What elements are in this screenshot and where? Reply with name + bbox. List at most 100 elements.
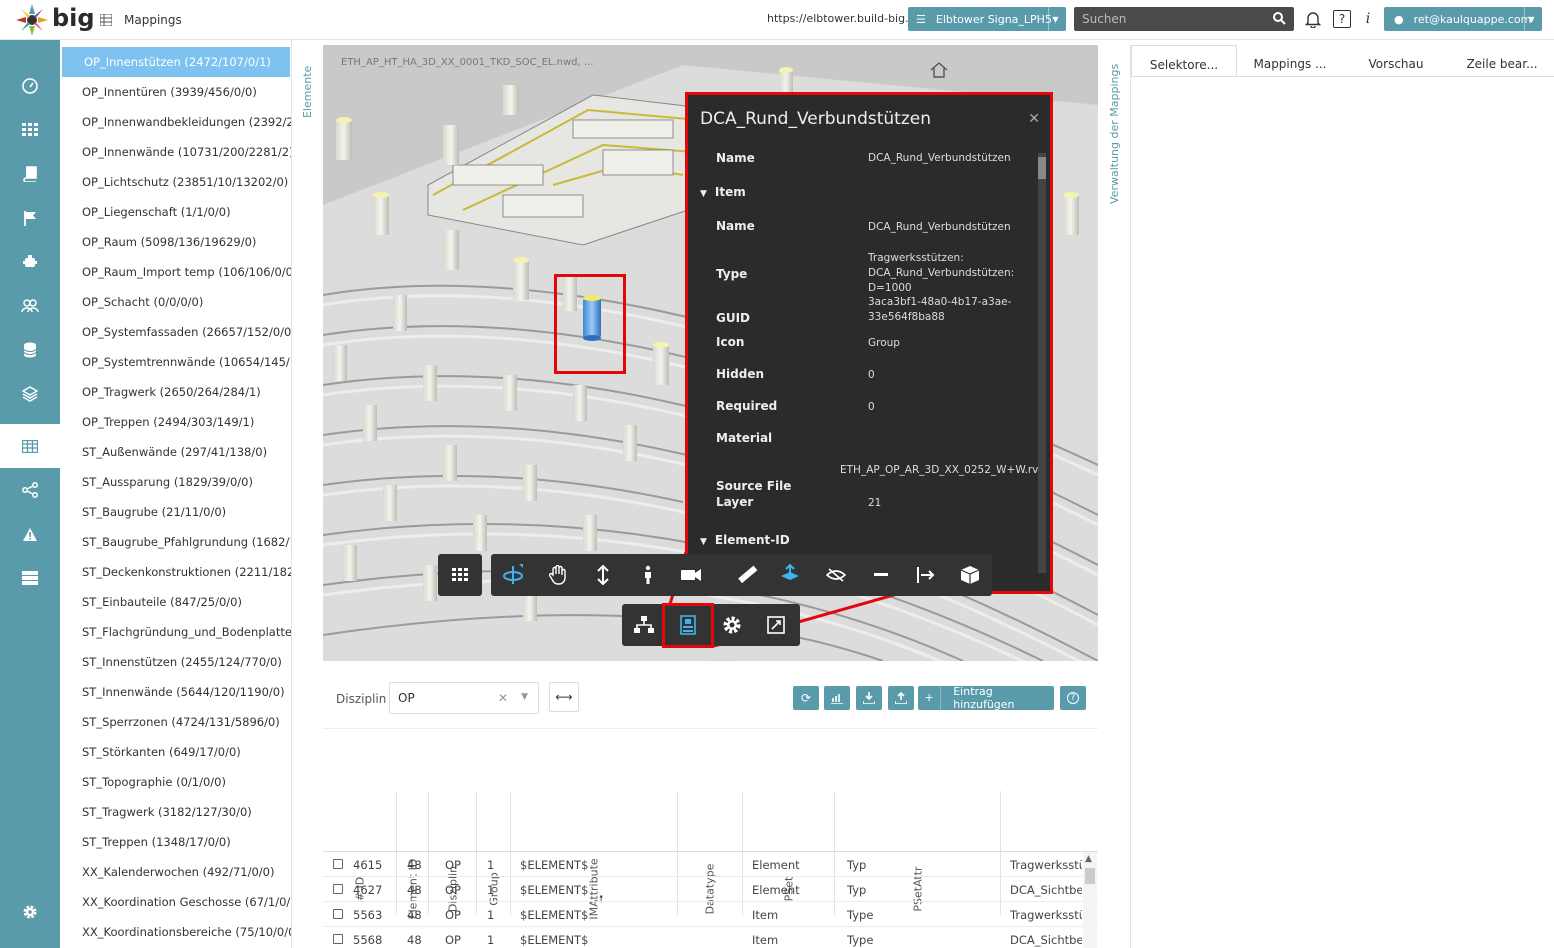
mappings-management-side-label[interactable]: Verwaltung der Mappings [1108,64,1121,204]
explode-icon[interactable] [906,555,946,595]
element-list-item[interactable]: ST_Baugrube (21/11/0/0) [60,497,291,527]
table-row[interactable]: 5568 48 OP 1 $ELEMENT$ Item Type DCA_Sichtbet [323,927,1098,948]
element-list-item[interactable]: OP_Raum_Import temp (106/106/0/0) [60,257,291,287]
element-list-item[interactable]: ST_Sperrzonen (4724/131/5896/0) [60,707,291,737]
element-list-item[interactable]: OP_Systemtrennwände (10654/145/103 [60,347,291,377]
big-logo-icon[interactable] [14,2,54,38]
project-selector[interactable]: ☰ Elbtower Signa_LPH5 ▼ [908,7,1066,31]
database-icon[interactable] [0,328,60,372]
row-checkbox[interactable] [333,859,343,869]
plugin-icon[interactable] [0,240,60,284]
walk-icon[interactable] [628,555,668,595]
element-list-item[interactable]: OP_Innenstützen (2472/107/0/1) [62,47,290,77]
search-icon[interactable] [1273,12,1286,25]
tab-selectors[interactable]: Selektore... [1131,45,1237,76]
properties-panel[interactable]: DCA_Rund_Verbundstützen ✕ Name DCA_Rund_… [685,92,1053,594]
search-input[interactable]: Suchen [1074,7,1294,31]
settings-icon[interactable] [0,890,60,934]
home-icon[interactable] [930,62,948,78]
row-checkbox[interactable] [333,884,343,894]
zoom-icon[interactable] [583,555,623,595]
refresh-button[interactable]: ⟳ [793,686,819,710]
chevron-down-icon[interactable]: ▼ [521,692,528,702]
project-url[interactable]: https://elbtower.build-big.ch [767,12,922,25]
element-id-section[interactable]: ▼ Element-ID [700,533,790,547]
element-list-item[interactable]: ST_Baugrube_Pfahlgrundung (1682/11/( [60,527,291,557]
upload-button[interactable] [888,686,914,710]
table-scrollbar[interactable]: ▲ [1083,852,1097,948]
layers-icon[interactable] [0,372,60,416]
tab-edit-row[interactable]: Zeile bear... [1449,45,1554,76]
element-list-item[interactable]: OP_Lichtschutz (23851/10/13202/0) [60,167,291,197]
element-list-item[interactable]: ST_Aussparung (1829/39/0/0) [60,467,291,497]
table-row[interactable]: 4627 48 OP 1 $ELEMENT$ Element Typ DCA_Sichtbet [323,877,1098,902]
element-list-item[interactable]: ST_Topographie (0/1/0/0) [60,767,291,797]
cube-icon[interactable] [950,555,990,595]
book-icon[interactable] [0,152,60,196]
download-button[interactable] [856,686,882,710]
element-list-item[interactable]: XX_Koordination Geschosse (67/1/0/0) [60,887,291,917]
row-checkbox[interactable] [333,934,343,944]
element-list-item[interactable]: OP_Treppen (2494/303/149/1) [60,407,291,437]
share-icon[interactable] [0,468,60,512]
discipline-select[interactable]: OP ✕ ▼ [389,682,539,714]
table-row[interactable]: 4615 48 OP 1 $ELEMENT$ Element Typ Tragwerksstü… [323,852,1098,877]
element-list-item[interactable]: ST_Tragwerk (3182/127/30/0) [60,797,291,827]
element-list-item[interactable]: OP_Systemfassaden (26657/152/0/0) [60,317,291,347]
grid-menu-icon[interactable] [440,555,480,595]
element-list-item[interactable]: OP_Tragwerk (2650/264/284/1) [60,377,291,407]
flag-icon[interactable] [0,196,60,240]
element-list-item[interactable]: OP_Schacht (0/0/0/0) [60,287,291,317]
dashboard-icon[interactable] [0,64,60,108]
element-list-item[interactable]: XX_Koordinationsbereiche (75/10/0/0) [60,917,291,947]
element-list-item[interactable]: OP_Liegenschaft (1/1/0/0) [60,197,291,227]
info-icon[interactable]: i [1358,9,1378,29]
server-icon[interactable] [0,556,60,600]
section-icon[interactable] [770,555,810,595]
minus-icon[interactable] [861,555,901,595]
tab-mappings[interactable]: Mappings ... [1237,45,1343,76]
element-list-item[interactable]: ST_Einbauteile (847/25/0/0) [60,587,291,617]
warning-icon[interactable] [0,512,60,556]
expand-width-button[interactable]: ⟷ [549,682,579,712]
add-entry-button[interactable]: + Eintrag hinzufügen [918,685,1054,711]
element-list-item[interactable]: ST_Störkanten (649/17/0/0) [60,737,291,767]
users-icon[interactable] [0,284,60,328]
element-list-item[interactable]: ST_Flachgründung_und_Bodenplatte (7 [60,617,291,647]
element-list-item[interactable]: ST_Außenwände (297/41/138/0) [60,437,291,467]
scrollbar-thumb[interactable] [1038,157,1046,179]
element-list-item[interactable]: ST_Deckenkonstruktionen (2211/182/9/( [60,557,291,587]
close-icon[interactable]: ✕ [1028,111,1040,127]
measure-icon[interactable] [727,555,767,595]
mappings-nav-icon[interactable] [0,424,60,468]
camera-icon[interactable] [672,555,712,595]
settings-icon[interactable] [712,605,752,645]
element-list-item[interactable]: ST_Treppen (1348/17/0/0) [60,827,291,857]
user-menu[interactable]: ● ret@kaulquappe.com ▼ [1384,7,1542,31]
orbit-icon[interactable] [493,555,533,595]
pan-icon[interactable] [538,555,578,595]
item-section[interactable]: ▼ Item [700,185,746,199]
element-list-item[interactable]: XX_Kalenderwochen (492/71/0/0) [60,857,291,887]
element-list-item[interactable]: ST_Innenwände (5644/120/1190/0) [60,677,291,707]
bell-icon[interactable] [1303,9,1323,29]
row-checkbox[interactable] [333,909,343,919]
resize-handle[interactable]: ······· [710,657,735,661]
elements-side-label[interactable]: Elemente [301,66,314,118]
element-list-item[interactable]: OP_Innentüren (3939/456/0/0) [60,77,291,107]
clear-icon[interactable]: ✕ [498,691,508,705]
tab-preview[interactable]: Vorschau [1343,45,1449,76]
element-list-item[interactable]: OP_Innenwände (10731/200/2281/2) [60,137,291,167]
help-icon[interactable]: ? [1333,10,1351,28]
model-tree-icon[interactable] [624,605,664,645]
scrollbar[interactable] [1038,153,1046,573]
fullscreen-icon[interactable] [756,605,796,645]
element-list-item[interactable]: OP_Raum (5098/136/19629/0) [60,227,291,257]
chart-button[interactable] [824,686,850,710]
element-list-item[interactable]: ST_Innenstützen (2455/124/770/0) [60,647,291,677]
hide-icon[interactable] [816,555,856,595]
element-list-item[interactable]: OP_Innenwandbekleidungen (2392/23/4 [60,107,291,137]
table-row[interactable]: 5563 48 OP 1 $ELEMENT$ Item Type Tragwerksstüt [323,902,1098,927]
table-icon[interactable] [0,108,60,152]
help-button[interactable]: ? [1060,686,1086,710]
